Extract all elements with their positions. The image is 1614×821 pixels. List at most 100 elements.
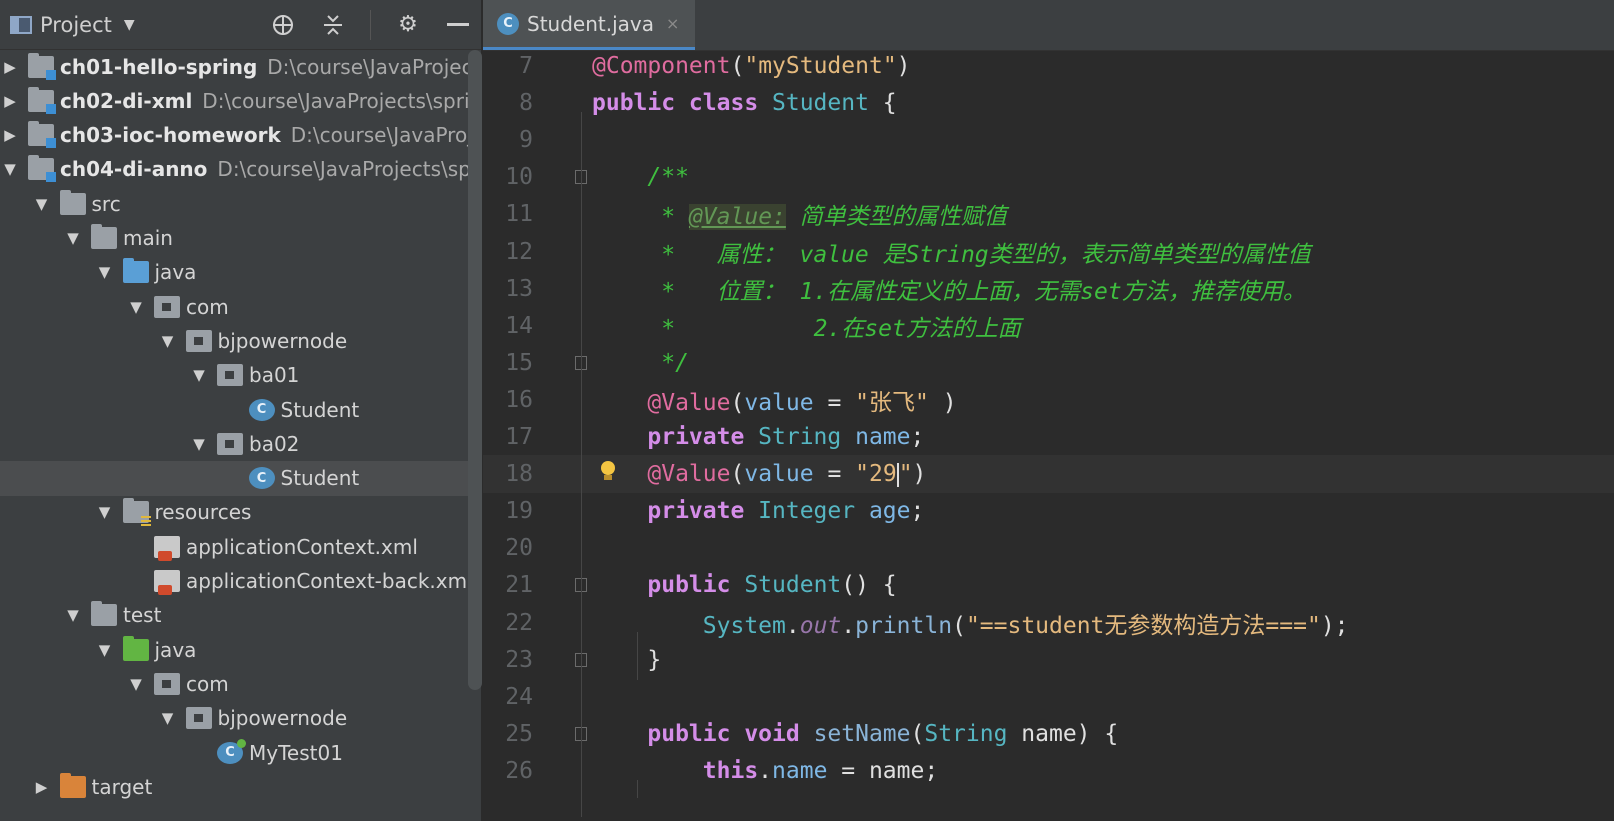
code-editor[interactable]: 7 @Component("myStudent") 8 public class St… [483, 50, 1614, 821]
expand-arrow-icon[interactable]: ▶ [32, 778, 52, 796]
editor-gutter [533, 752, 592, 790]
code-line[interactable]: 11 * @Value: 简单类型的属性赋值 [483, 195, 1614, 233]
collapse-arrow-icon[interactable]: ▼ [0, 160, 20, 178]
project-view-selector[interactable]: Project ▼ [10, 13, 135, 37]
collapse-arrow-icon[interactable]: ▼ [189, 435, 209, 453]
tree-item[interactable]: ▼ ba02 [0, 426, 468, 461]
tree-item[interactable]: ▼ bjpowernode [0, 323, 468, 358]
tree-item[interactable]: ▶ ch03-ioc-homework D:\course\JavaProject [0, 118, 468, 153]
collapse-arrow-icon[interactable]: ▼ [95, 503, 115, 521]
code-line[interactable]: 12 * 属性： value 是String类型的，表示简单类型的属性值 [483, 233, 1614, 271]
code-line[interactable]: 20 [483, 529, 1614, 567]
code-token: String [758, 424, 856, 450]
tree-item[interactable]: applicationContext-back.xml [0, 564, 468, 599]
code-line[interactable]: 14 * 2.在set方法的上面 [483, 307, 1614, 345]
code-line[interactable]: 26 this.name = name; [483, 752, 1614, 790]
code-line[interactable]: 17 private String name; [483, 418, 1614, 456]
tree-item[interactable]: C MyTest01 [0, 735, 468, 770]
expand-arrow-icon[interactable]: ▶ [0, 58, 20, 76]
module-icon [28, 86, 56, 114]
collapse-arrow-icon[interactable]: ▼ [126, 675, 146, 693]
code-line[interactable]: 8 public class Student { [483, 84, 1614, 122]
code-token: out [799, 612, 842, 639]
code-line[interactable]: 10 /** [483, 158, 1614, 196]
code-line[interactable]: 24 [483, 678, 1614, 716]
tree-item[interactable]: applicationContext.xml [0, 529, 468, 564]
code-text: * 2.在set方法的上面 [592, 309, 1021, 343]
close-icon[interactable]: × [666, 14, 679, 33]
line-number: 21 [505, 572, 533, 599]
line-number: 18 [505, 461, 533, 488]
code-text: private String name; [592, 424, 924, 450]
tree-item[interactable]: ▼ test [0, 598, 468, 633]
tree-item[interactable]: ▼ main [0, 221, 468, 256]
tree-item[interactable]: ▼ com [0, 289, 468, 324]
line-number: 11 [505, 201, 533, 228]
tree-item[interactable]: ▶ ch02-di-xml D:\course\JavaProjects\sprin… [0, 83, 468, 118]
editor-gutter [533, 84, 592, 122]
code-token: "张飞" [855, 389, 929, 416]
collapse-arrow-icon[interactable]: ▼ [189, 366, 209, 384]
tree-item-label: Student [280, 466, 360, 491]
crosshair-icon[interactable] [270, 12, 296, 38]
code-token: Integer [758, 498, 869, 525]
code-token: ) [896, 53, 911, 79]
line-number: 13 [505, 275, 533, 302]
code-line[interactable]: 23 } [483, 641, 1614, 679]
collapse-arrow-icon[interactable]: ▼ [126, 298, 146, 316]
tree-item[interactable]: ▼ java [0, 255, 468, 290]
tree-item[interactable]: ▼ ch04-di-anno D:\course\JavaProjects\spri… [0, 152, 468, 187]
code-line[interactable]: 25 public void setName(String name) { [483, 715, 1614, 753]
tree-item[interactable]: C Student [0, 460, 468, 496]
code-line[interactable]: 7 @Component("myStudent") [483, 47, 1614, 85]
tree-item[interactable]: ▼ com [0, 666, 468, 701]
tree-item[interactable]: ▼ bjpowernode [0, 701, 468, 736]
collapse-arrow-icon[interactable]: ▼ [95, 641, 115, 659]
code-line[interactable]: 16 @Value(value = "张飞" ) [483, 381, 1614, 419]
tree-item-label: com [186, 294, 229, 319]
gear-icon[interactable]: ⚙ [395, 12, 421, 38]
tree-scrollbar[interactable] [468, 50, 482, 690]
tree-item-label: java [154, 637, 197, 662]
tree-item[interactable]: ▼ java [0, 632, 468, 667]
code-token: " [898, 461, 913, 488]
minimize-icon[interactable] [445, 12, 471, 38]
code-line[interactable]: 9 [483, 121, 1614, 159]
expand-arrow-icon[interactable]: ▶ [0, 126, 20, 144]
collapse-arrow-icon[interactable]: ▼ [158, 709, 178, 727]
expand-arrow-icon[interactable]: ▶ [0, 92, 20, 110]
spring-xml-icon [154, 570, 180, 595]
code-line[interactable]: 15 */ [483, 344, 1614, 382]
intention-bulb-icon[interactable] [600, 461, 616, 481]
tree-item[interactable]: ▶ target [0, 769, 468, 804]
editor-gutter [533, 678, 592, 716]
code-line[interactable]: 18 @Value(value = "29") [483, 455, 1614, 494]
code-line[interactable]: 19 private Integer age; [483, 492, 1614, 530]
code-line[interactable]: 21 public Student() { [483, 566, 1614, 604]
collapse-arrow-icon[interactable]: ▼ [95, 263, 115, 281]
folder-icon [59, 189, 86, 215]
tree-item[interactable]: C Student [0, 392, 468, 427]
package-icon [217, 364, 243, 387]
collapse-arrow-icon[interactable]: ▼ [63, 606, 83, 624]
tree-item[interactable]: ▶ ch01-hello-spring D:\course\JavaProjects… [0, 50, 468, 84]
code-token: System [702, 612, 786, 639]
tab-student-java[interactable]: C Student.java × [483, 0, 696, 50]
code-token: . [841, 612, 856, 639]
code-line[interactable]: 13 * 位置： 1.在属性定义的上面，无需set方法，推荐使用。 [483, 270, 1614, 308]
tree-item-label: ch01-hello-spring [60, 54, 258, 79]
code-token: String [924, 720, 1022, 747]
collapse-arrow-icon[interactable]: ▼ [158, 332, 178, 350]
collapse-arrow-icon[interactable]: ▼ [63, 229, 83, 247]
code-line[interactable]: 22 System.out.println("==student无参数构造方法=… [483, 604, 1614, 642]
collapse-arrow-icon[interactable]: ▼ [32, 195, 52, 213]
package-icon [217, 432, 243, 455]
tree-item[interactable]: ▼ src [0, 186, 468, 221]
tree-item[interactable]: ▼ ba01 [0, 358, 468, 393]
collapse-icon[interactable] [320, 12, 346, 38]
tree-item[interactable]: ▼ resources [0, 495, 468, 530]
tree-item-label: applicationContext-back.xml [186, 569, 468, 593]
